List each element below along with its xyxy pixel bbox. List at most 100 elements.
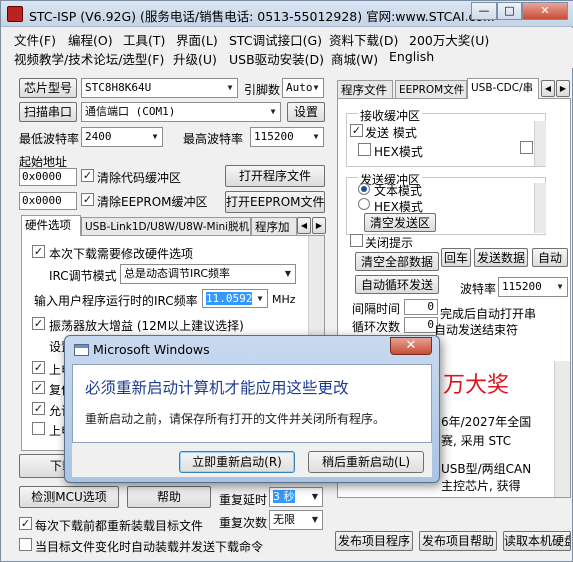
- tab-scroll-right[interactable]: ▶: [312, 217, 326, 234]
- tab-program-file[interactable]: 程序文件: [337, 80, 393, 99]
- menu-tools[interactable]: 工具(T): [123, 30, 165, 49]
- scan-port-button[interactable]: 扫描串口: [19, 102, 77, 122]
- repeat-count-select[interactable]: 无限 ▼: [269, 510, 323, 530]
- close-tip-checkbox[interactable]: [350, 234, 363, 247]
- menu-shop[interactable]: 商城(W): [331, 49, 378, 68]
- right-tab-scroll-right[interactable]: ▶: [556, 80, 570, 97]
- close-button[interactable]: ✕: [522, 2, 568, 20]
- reset-checkbox[interactable]: ✓: [32, 381, 45, 394]
- dialog-detail: 重新启动之前，请保存所有打开的文件并关闭所有程序。: [85, 412, 386, 426]
- menu-upgrade[interactable]: 升级(U): [173, 49, 217, 68]
- menu-english[interactable]: English: [389, 49, 434, 64]
- port-value: 通信端口 (COM1): [85, 105, 176, 118]
- read-disk-id-button[interactable]: 读取本机硬盘: [503, 531, 571, 551]
- baud-select[interactable]: 115200 ▼: [498, 277, 568, 297]
- eeprom-address-input[interactable]: 0x0000: [19, 192, 77, 210]
- publish-help-button[interactable]: 发布项目帮助: [419, 531, 497, 551]
- hex-mode-send-radio[interactable]: [358, 198, 370, 210]
- text-mode-radio[interactable]: [358, 183, 370, 195]
- reload-each-checkbox[interactable]: ✓: [19, 517, 32, 530]
- power-on-checkbox[interactable]: ✓: [32, 361, 45, 374]
- clear-code-checkbox[interactable]: ✓: [81, 169, 94, 182]
- irc-mode-value: 总是动态调节IRC频率: [124, 267, 231, 280]
- chip-model-select[interactable]: STC8H8K64U ▼: [81, 78, 238, 98]
- restart-later-button[interactable]: 稍后重新启动(L): [308, 451, 424, 473]
- auto-button[interactable]: 自动: [532, 248, 568, 267]
- interval-input[interactable]: 0: [404, 299, 438, 315]
- recv-scrollbar[interactable]: [534, 121, 546, 166]
- menu-prize[interactable]: 200万大奖(U): [409, 30, 489, 49]
- tab-usb-cdc[interactable]: USB-CDC/串: [467, 78, 539, 99]
- loop-count-input[interactable]: 0: [404, 317, 438, 333]
- loopback-button[interactable]: 回车: [441, 248, 471, 267]
- open-eeprom-file-button[interactable]: 打开EEPROM文件: [225, 191, 325, 213]
- help-button[interactable]: 帮助: [127, 486, 211, 508]
- tab-eeprom-file[interactable]: EEPROM文件: [395, 80, 467, 99]
- send-mode-label: 发送 模式: [365, 126, 417, 140]
- menu-program[interactable]: 编程(O): [68, 30, 113, 49]
- window-icon: [74, 344, 89, 356]
- repeat-count-value: 无限: [273, 513, 295, 526]
- close-tip-label: 关闭提示: [365, 236, 414, 250]
- tab-hardware-options[interactable]: 硬件选项: [21, 215, 81, 236]
- loop-count-label: 循环次数: [352, 320, 401, 334]
- dialog-message: 必须重新启动计算机才能应用这些更改: [85, 379, 349, 397]
- power-on2-checkbox[interactable]: [32, 422, 45, 435]
- clear-send-button[interactable]: 清空发送区: [364, 213, 436, 232]
- open-program-file-button[interactable]: 打开程序文件: [225, 165, 325, 187]
- menu-video[interactable]: 视频教学/技术论坛/选型(F): [14, 49, 164, 68]
- window-title: STC-ISP (V6.92G) (服务电话/销售电话: 0513-550129…: [29, 9, 495, 24]
- clear-all-button[interactable]: 清空全部数据: [355, 252, 439, 271]
- restart-now-button[interactable]: 立即重新启动(R): [179, 451, 295, 473]
- chevron-down-icon: ▼: [257, 294, 263, 303]
- promo-scrollbar[interactable]: [554, 361, 570, 497]
- detect-mcu-button[interactable]: 检测MCU选项: [19, 486, 119, 508]
- max-baud-select[interactable]: 115200 ▼: [250, 127, 324, 147]
- send-data-button[interactable]: 发送数据: [474, 248, 528, 267]
- code-address-input[interactable]: 0x0000: [19, 168, 77, 186]
- right-tab-scroll-left[interactable]: ◀: [541, 80, 555, 97]
- auto-send-checkbox[interactable]: [19, 538, 32, 551]
- menu-usb-driver[interactable]: USB驱动安装(D): [229, 49, 324, 68]
- maximize-button[interactable]: □: [497, 2, 522, 20]
- minimize-button[interactable]: —: [471, 2, 497, 20]
- irc-freq-value: 11.0592: [206, 292, 253, 305]
- port-select[interactable]: 通信端口 (COM1) ▼: [81, 102, 281, 122]
- clear-eeprom-checkbox[interactable]: ✓: [81, 193, 94, 206]
- receive-buffer-label: 接收缓冲区: [358, 107, 423, 124]
- irc-freq-select[interactable]: 11.0592 ▼: [202, 289, 268, 308]
- menu-debug[interactable]: STC调试接口(G): [229, 30, 322, 49]
- auto-end-text: 自动发送结束符: [434, 323, 519, 337]
- menu-interface[interactable]: 界面(L): [176, 30, 218, 49]
- chevron-down-icon: ▼: [311, 492, 319, 501]
- send-mode-checkbox[interactable]: ✓: [350, 124, 363, 137]
- auto-loop-send-button[interactable]: 自动循环发送: [355, 275, 439, 294]
- chip-model-button[interactable]: 芯片型号: [19, 78, 77, 98]
- port-settings-button[interactable]: 设置: [287, 102, 325, 122]
- pins-select[interactable]: Auto ▼: [282, 78, 324, 98]
- menu-file[interactable]: 文件(F): [14, 30, 56, 49]
- send-scrollbar[interactable]: [534, 183, 546, 233]
- tab-usb-link[interactable]: USB-Link1D/U8W/U8W-Mini脱机: [81, 217, 251, 236]
- hex-mode-recv-checkbox[interactable]: [358, 143, 371, 156]
- promo-headline[interactable]: 万大奖: [443, 367, 509, 399]
- reload-hw-label: 本次下载需要修改硬件选项: [49, 247, 194, 261]
- irc-freq-label: 输入用户程序运行时的IRC频率: [34, 294, 198, 308]
- irc-freq-unit: MHz: [272, 293, 296, 306]
- tab-program-add[interactable]: 程序加: [251, 217, 297, 236]
- min-baud-select[interactable]: 2400 ▼: [81, 127, 163, 147]
- osc-gain-label: 振荡器放大增益 (12M以上建议选择): [49, 319, 244, 333]
- reload-hw-checkbox[interactable]: ✓: [32, 245, 45, 258]
- dialog-close-button[interactable]: ✕: [390, 337, 432, 355]
- allow-checkbox[interactable]: ✓: [32, 402, 45, 415]
- tab-scroll-left[interactable]: ◀: [297, 217, 311, 234]
- chevron-down-icon: ▼: [557, 282, 563, 291]
- repeat-delay-select[interactable]: 3 秒 ▼: [269, 487, 323, 507]
- osc-gain-checkbox[interactable]: ✓: [32, 317, 45, 330]
- clear-code-label: 清除代码缓冲区: [97, 171, 182, 185]
- menu-download-docs[interactable]: 资料下载(D): [329, 30, 398, 49]
- irc-mode-select[interactable]: 总是动态调节IRC频率 ▼: [120, 264, 296, 284]
- publish-project-button[interactable]: 发布项目程序: [335, 531, 413, 551]
- recv-option-checkbox[interactable]: [520, 141, 533, 154]
- dialog-title: Microsoft Windows: [93, 342, 210, 357]
